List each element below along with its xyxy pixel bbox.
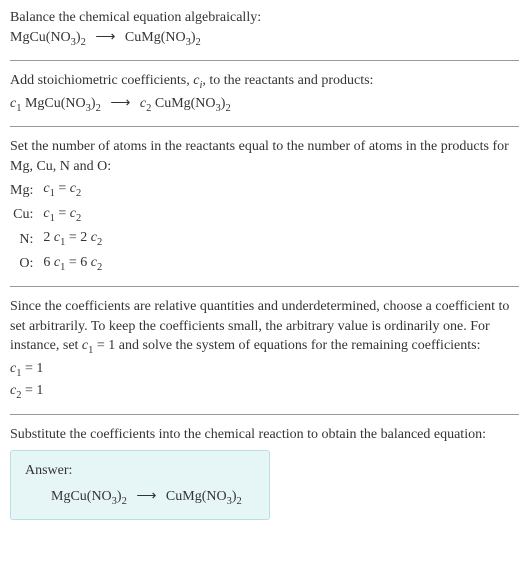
atoms-section: Set the number of atoms in the reactants…: [10, 137, 519, 276]
eq-sign: =: [65, 230, 80, 245]
equation-cell: c1 = c2: [43, 178, 108, 202]
stoich-text: Add stoichiometric coefficients, ci, to …: [10, 71, 519, 93]
product-base: CuMg(NO: [125, 30, 186, 45]
equation-cell: c1 = c2: [43, 203, 108, 227]
solve-text: Since the coefficients are relative quan…: [10, 297, 519, 359]
product-formula: CuMg(NO3)2: [125, 30, 201, 45]
subst-section: Substitute the coefficients into the che…: [10, 425, 519, 445]
element-label: Cu:: [10, 203, 43, 227]
rhs-sub: 2: [97, 261, 102, 272]
ans-p-sub2: 2: [237, 496, 242, 507]
eq-sign: =: [55, 206, 70, 221]
table-row: O: 6 c1 = 6 c2: [10, 252, 108, 276]
element-label: O:: [10, 252, 43, 276]
arrow-icon: ⟶: [95, 28, 115, 48]
solve-eq1: c1 = 1: [10, 359, 519, 381]
solve-eq2: c2 = 1: [10, 381, 519, 403]
rhs-coef: 2: [80, 230, 91, 245]
intro-section: Balance the chemical equation algebraica…: [10, 8, 519, 50]
stoich-product: CuMg(NO: [151, 96, 215, 111]
stoich-equation: c1 MgCu(NO3)2 ⟶ c2 CuMg(NO3)2: [10, 94, 519, 116]
ans-p-base: CuMg(NO: [166, 489, 227, 504]
stoich-section: Add stoichiometric coefficients, ci, to …: [10, 71, 519, 116]
atoms-table: Mg: c1 = c2 Cu: c1 = c2 N: 2 c1 = 2 c2 O…: [10, 178, 108, 276]
ans-r-base: MgCu(NO: [51, 489, 112, 504]
divider: [10, 414, 519, 415]
rhs-sub: 2: [97, 237, 102, 248]
intro-text: Balance the chemical equation algebraica…: [10, 8, 519, 28]
equation-cell: 6 c1 = 6 c2: [43, 252, 108, 276]
reactant-sub2: 2: [81, 36, 86, 47]
eq-sign: =: [65, 255, 80, 270]
answer-equation: MgCu(NO3)2 ⟶ CuMg(NO3)2: [25, 487, 255, 509]
divider: [10, 126, 519, 127]
stoich-text-b: , to the reactants and products:: [202, 73, 373, 88]
atoms-text: Set the number of atoms in the reactants…: [10, 137, 519, 176]
arrow-icon: ⟶: [136, 487, 156, 507]
lhs-coef: 6: [43, 255, 54, 270]
table-row: N: 2 c1 = 2 c2: [10, 227, 108, 251]
arrow-icon: ⟶: [110, 94, 130, 114]
rhs-sub: 2: [76, 188, 81, 199]
stoich-reactant: MgCu(NO: [21, 96, 85, 111]
solve-section: Since the coefficients are relative quan…: [10, 297, 519, 404]
lhs-coef: 2: [43, 230, 54, 245]
solve-text-b: = 1 and solve the system of equations fo…: [93, 338, 480, 353]
answer-box: Answer: MgCu(NO3)2 ⟶ CuMg(NO3)2: [10, 450, 270, 520]
eq-sign: =: [55, 181, 70, 196]
stoich-p-sub2: 2: [225, 102, 230, 113]
eq1-rhs: = 1: [21, 361, 43, 376]
rhs-coef: 6: [80, 255, 91, 270]
answer-reactant: MgCu(NO3)2: [51, 489, 127, 504]
equation-cell: 2 c1 = 2 c2: [43, 227, 108, 251]
element-label: Mg:: [10, 178, 43, 202]
product-sub2: 2: [196, 36, 201, 47]
subst-text: Substitute the coefficients into the che…: [10, 425, 519, 445]
element-label: N:: [10, 227, 43, 251]
intro-equation: MgCu(NO3)2 ⟶ CuMg(NO3)2: [10, 28, 519, 50]
divider: [10, 60, 519, 61]
answer-product: CuMg(NO3)2: [166, 489, 242, 504]
answer-label: Answer:: [25, 461, 255, 481]
divider: [10, 286, 519, 287]
reactant-base: MgCu(NO: [10, 30, 71, 45]
table-row: Cu: c1 = c2: [10, 203, 108, 227]
table-row: Mg: c1 = c2: [10, 178, 108, 202]
eq2-rhs: = 1: [21, 383, 43, 398]
rhs-sub: 2: [76, 213, 81, 224]
ans-r-sub2: 2: [122, 496, 127, 507]
stoich-text-a: Add stoichiometric coefficients,: [10, 73, 193, 88]
stoich-r-sub2: 2: [96, 102, 101, 113]
reactant-formula: MgCu(NO3)2: [10, 30, 86, 45]
